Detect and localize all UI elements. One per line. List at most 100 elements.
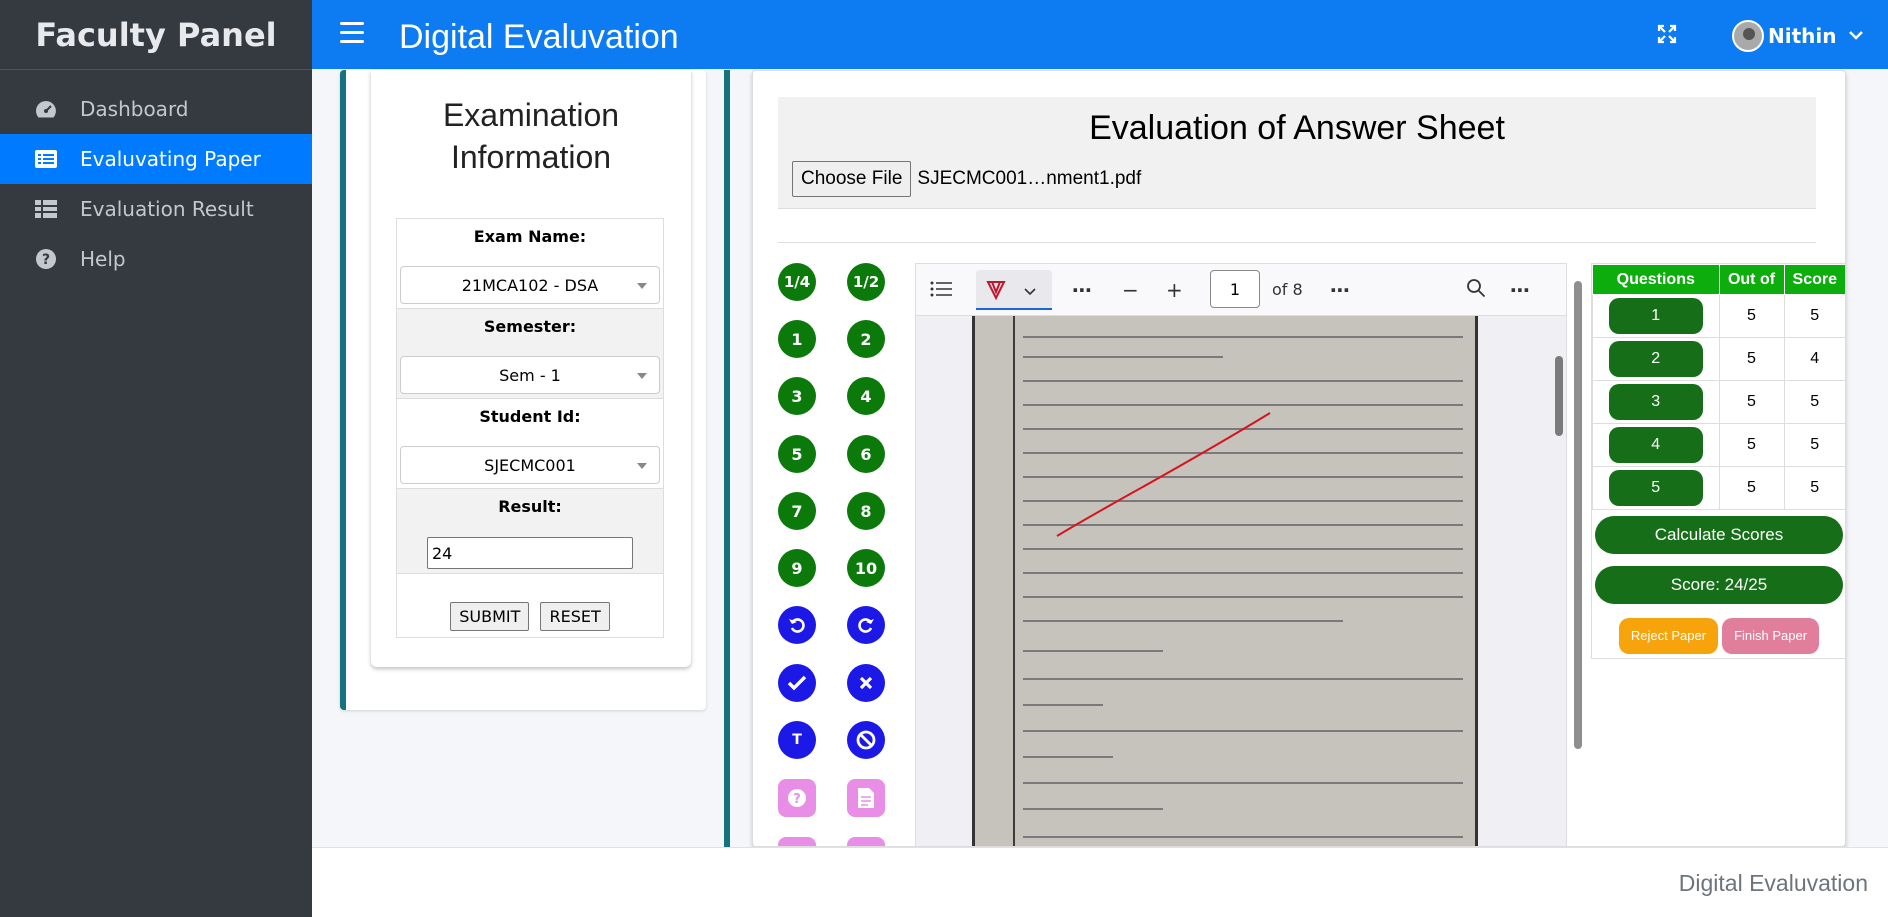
col-out-of: Out of: [1718, 264, 1785, 295]
submit-button[interactable]: SUBMIT: [450, 602, 530, 631]
more-icon[interactable]: ⋯: [1072, 278, 1092, 302]
topbar: Digital Evaluvation Nithin: [312, 0, 1888, 69]
table-row: 5 5 5: [1592, 466, 1845, 510]
score-cell: 5: [1783, 466, 1845, 510]
sidebar-item-label: Dashboard: [80, 97, 189, 121]
handwriting-line: [1023, 404, 1463, 406]
out-of-cell: 5: [1718, 294, 1785, 338]
more-tool-icon[interactable]: [847, 837, 885, 846]
out-of-cell: 5: [1718, 423, 1785, 467]
fullscreen-icon[interactable]: [1657, 24, 1679, 46]
mark-10-button[interactable]: 10: [847, 549, 885, 587]
user-name: Nithin: [1768, 24, 1837, 48]
handwriting-line: [1023, 596, 1463, 598]
exam-info-panel: Examination Information Exam Name: 21MCA…: [340, 70, 706, 710]
question-3-button[interactable]: 3: [1608, 384, 1703, 420]
undo-icon[interactable]: [778, 606, 816, 644]
handwriting-line: [1023, 380, 1463, 382]
chevron-down-icon: [1848, 28, 1863, 44]
question-1-button[interactable]: 1: [1608, 298, 1703, 334]
col-questions: Questions: [1592, 264, 1720, 295]
ban-icon[interactable]: [847, 721, 885, 759]
handwriting-line: [1023, 756, 1113, 758]
exam-info-card: Examination Information Exam Name: 21MCA…: [371, 70, 691, 667]
table-row: 4 5 5: [1592, 423, 1845, 467]
student-id-select[interactable]: SJECMC001: [400, 446, 660, 484]
zoom-out-icon[interactable]: −: [1122, 278, 1139, 302]
mark-5-button[interactable]: 5: [778, 435, 816, 473]
exam-name-row: Exam Name: 21MCA102 - DSA: [397, 219, 663, 309]
check-icon[interactable]: [778, 664, 816, 702]
question-5-button[interactable]: 5: [1608, 470, 1703, 506]
mark-1-button[interactable]: 1: [778, 320, 816, 358]
mark-7-button[interactable]: 7: [778, 492, 816, 530]
mark-3-button[interactable]: 3: [778, 377, 816, 415]
quarter-mark-button[interactable]: 1/4: [778, 263, 816, 301]
question-4-button[interactable]: 4: [1608, 427, 1703, 463]
sidebar-item-evaluvating-paper[interactable]: Evaluvating Paper: [0, 134, 312, 184]
mark-8-button[interactable]: 8: [847, 492, 885, 530]
result-row: Result:: [397, 489, 663, 574]
mark-6-button[interactable]: 6: [847, 435, 885, 473]
sidebar-item-dashboard[interactable]: Dashboard: [0, 84, 312, 134]
answer-sheet-page[interactable]: [972, 316, 1478, 846]
handwriting-line: [1023, 548, 1463, 550]
sidebar-item-evaluation-result[interactable]: Evaluation Result: [0, 184, 312, 234]
evaluation-title: Evaluation of Answer Sheet: [1089, 109, 1505, 147]
handwriting-line: [1023, 678, 1463, 680]
choose-file-button[interactable]: Choose File: [792, 161, 912, 197]
question-2-button[interactable]: 2: [1608, 341, 1703, 377]
exam-name-select[interactable]: 21MCA102 - DSA: [400, 266, 660, 304]
sidebar-item-label: Help: [80, 247, 126, 271]
svg-text:?: ?: [793, 792, 801, 807]
result-input[interactable]: [427, 537, 633, 569]
list-icon: [34, 148, 58, 170]
red-annotation-stroke: [1056, 412, 1271, 537]
pdf-scrollbar[interactable]: [1552, 316, 1566, 846]
mark-2-button[interactable]: 2: [847, 320, 885, 358]
scores-table: Questions Out of Score 1 5 5 2 5 4 3 5 5…: [1592, 264, 1845, 510]
gauge-icon: [34, 98, 58, 120]
evaluation-card: Evaluation of Answer Sheet Choose File S…: [752, 70, 1846, 847]
question-circle-icon: ?: [34, 248, 58, 270]
semester-label: Semester:: [483, 317, 577, 336]
more-tool-icon[interactable]: [778, 837, 816, 846]
question-icon[interactable]: ?: [778, 779, 816, 817]
search-icon[interactable]: [1466, 278, 1486, 303]
user-menu[interactable]: Nithin: [1732, 20, 1863, 52]
sidebar-toggle-icon[interactable]: [930, 278, 952, 302]
calculate-scores-button[interactable]: Calculate Scores: [1595, 516, 1843, 554]
semester-select[interactable]: Sem - 1: [400, 356, 660, 394]
mark-9-button[interactable]: 9: [778, 549, 816, 587]
page-number-input[interactable]: 1: [1210, 270, 1260, 308]
score-cell: 5: [1783, 294, 1845, 338]
text-tool-button[interactable]: T: [778, 721, 816, 759]
reject-paper-button[interactable]: Reject Paper: [1618, 618, 1719, 654]
handwriting-line: [1023, 336, 1463, 338]
mark-4-button[interactable]: 4: [847, 377, 885, 415]
chevron-down-icon: [1024, 282, 1036, 301]
out-of-cell: 5: [1718, 337, 1785, 381]
more-icon[interactable]: ⋯: [1330, 278, 1350, 302]
tools-scrollbar[interactable]: [1571, 263, 1585, 763]
svg-text:?: ?: [42, 252, 50, 268]
annotation-tab[interactable]: [976, 270, 1052, 310]
handwriting-line: [1023, 704, 1103, 706]
handwriting-line: [1023, 782, 1463, 784]
exam-info-form: Exam Name: 21MCA102 - DSA Semester: Sem …: [396, 218, 664, 638]
half-mark-button[interactable]: 1/2: [847, 263, 885, 301]
reset-button[interactable]: RESET: [540, 602, 610, 631]
redo-icon[interactable]: [847, 606, 885, 644]
file-picker: Choose File SJECMC001…nment1.pdf: [792, 161, 1141, 197]
menu-icon[interactable]: [340, 22, 364, 44]
zoom-in-icon[interactable]: +: [1166, 278, 1183, 302]
table-row: 3 5 5: [1592, 380, 1845, 424]
handwriting-line: [1023, 572, 1463, 574]
more-icon[interactable]: ⋯: [1510, 278, 1530, 302]
finish-paper-button[interactable]: Finish Paper: [1722, 618, 1820, 654]
cross-icon[interactable]: [847, 664, 885, 702]
document-icon[interactable]: [847, 779, 885, 817]
sidebar-item-help[interactable]: ? Help: [0, 234, 312, 284]
footer-text: Digital Evaluvation: [1678, 870, 1868, 896]
handwriting-line: [1023, 356, 1223, 358]
